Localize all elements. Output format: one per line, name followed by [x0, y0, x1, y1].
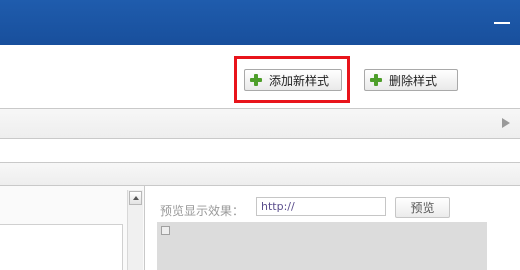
delete-style-label: 删除样式 — [389, 73, 438, 88]
plus-icon — [249, 73, 263, 87]
style-list-panel — [0, 186, 145, 270]
preview-url-input[interactable] — [256, 197, 386, 216]
chevron-up-icon[interactable] — [129, 191, 142, 205]
preview-label: 预览显示效果： — [160, 204, 245, 218]
delete-style-button[interactable]: 删除样式 — [364, 69, 458, 91]
preview-area — [157, 222, 487, 270]
broken-image-icon — [161, 226, 170, 235]
triangle-right-icon[interactable] — [502, 118, 510, 128]
section-header[interactable] — [0, 108, 520, 138]
style-list-box[interactable] — [0, 224, 123, 270]
scrollbar[interactable] — [127, 190, 143, 270]
minimize-icon[interactable] — [494, 22, 510, 24]
add-style-label: 添加新样式 — [269, 73, 330, 88]
title-bar — [0, 0, 520, 45]
plus-icon — [369, 73, 383, 87]
add-style-button[interactable]: 添加新样式 — [244, 69, 342, 91]
section-row — [0, 138, 520, 162]
preview-button[interactable]: 预览 — [395, 197, 450, 218]
section-header-2 — [0, 162, 520, 186]
